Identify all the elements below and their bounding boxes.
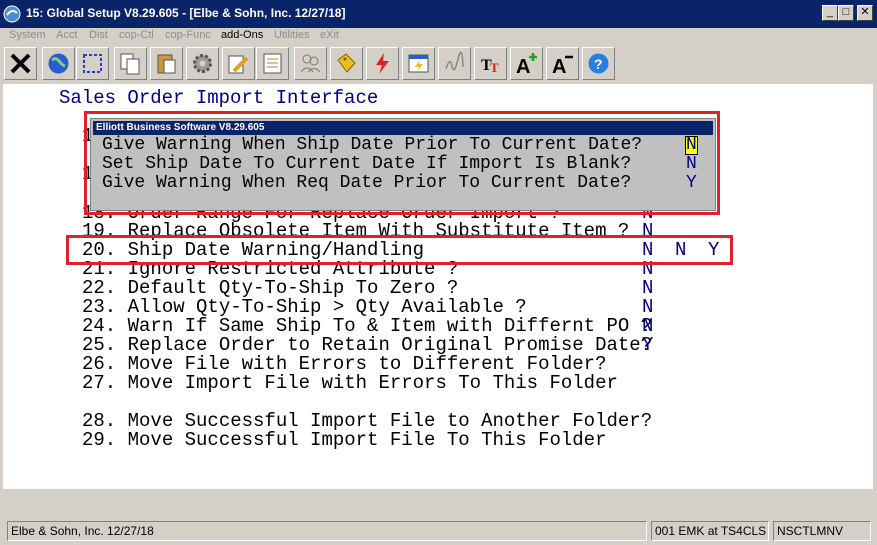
edit-pencil-icon[interactable]	[222, 47, 255, 80]
settings-gear-icon[interactable]	[186, 47, 219, 80]
window-lightning-icon[interactable]	[402, 47, 435, 80]
row-29-label: 29. Move Successful Import File To This …	[82, 429, 607, 451]
row-27-label: 27. Move Import File with Errors To This…	[82, 372, 618, 394]
globe-icon[interactable]	[42, 47, 75, 80]
select-box-icon[interactable]	[76, 47, 109, 80]
menu-dist[interactable]: Dist	[89, 29, 108, 41]
status-program: NSCTLMNV	[773, 521, 871, 541]
maximize-button[interactable]: □	[838, 5, 854, 21]
screen-heading: Sales Order Import Interface	[59, 87, 379, 109]
copy-icon[interactable]	[114, 47, 147, 80]
svg-text:A: A	[516, 56, 530, 76]
toolbar: TT A A ?	[0, 44, 877, 82]
row-20-highlight-box	[66, 235, 733, 265]
menu-cop-ctl[interactable]: cop-Ctl	[119, 29, 154, 41]
tags-icon[interactable]	[330, 47, 363, 80]
app-icon	[3, 5, 21, 23]
menu-bar: System Acct Dist cop-Ctl cop-Func add-On…	[0, 28, 877, 44]
signature-icon[interactable]	[438, 47, 471, 80]
svg-text:?: ?	[594, 56, 603, 72]
notepad-icon[interactable]	[256, 47, 289, 80]
minimize-button[interactable]: _	[822, 5, 838, 21]
menu-add-ons[interactable]: add-Ons	[221, 29, 263, 41]
menu-exit[interactable]: eXit	[320, 29, 339, 41]
svg-text:T: T	[490, 60, 499, 75]
dialog-highlight-box	[84, 111, 720, 215]
status-user: 001 EMK at TS4CLS	[651, 521, 769, 541]
lightning-icon[interactable]	[366, 47, 399, 80]
window-title: 15: Global Setup V8.29.605 - [Elbe & Soh…	[26, 6, 346, 20]
window-title-bar[interactable]: 15: Global Setup V8.29.605 - [Elbe & Soh…	[0, 0, 877, 28]
status-company: Elbe & Sohn, Inc. 12/27/18	[7, 521, 647, 541]
menu-acct[interactable]: Acct	[56, 29, 77, 41]
font-tt-icon[interactable]: TT	[474, 47, 507, 80]
status-bar: Elbe & Sohn, Inc. 12/27/18 001 EMK at TS…	[0, 518, 877, 545]
font-increase-icon[interactable]: A	[510, 47, 543, 80]
menu-utilities[interactable]: Utilities	[274, 29, 309, 41]
svg-text:A: A	[552, 56, 566, 76]
help-icon[interactable]: ?	[582, 47, 615, 80]
row-25-value[interactable]: Y	[642, 336, 653, 355]
close-button[interactable]: ✕	[857, 5, 873, 21]
paste-icon[interactable]	[150, 47, 183, 80]
menu-system[interactable]: System	[9, 29, 46, 41]
exit-x-icon[interactable]	[4, 47, 37, 80]
font-decrease-icon[interactable]: A	[546, 47, 579, 80]
users-icon[interactable]	[294, 47, 327, 80]
menu-cop-func[interactable]: cop-Func	[165, 29, 211, 41]
